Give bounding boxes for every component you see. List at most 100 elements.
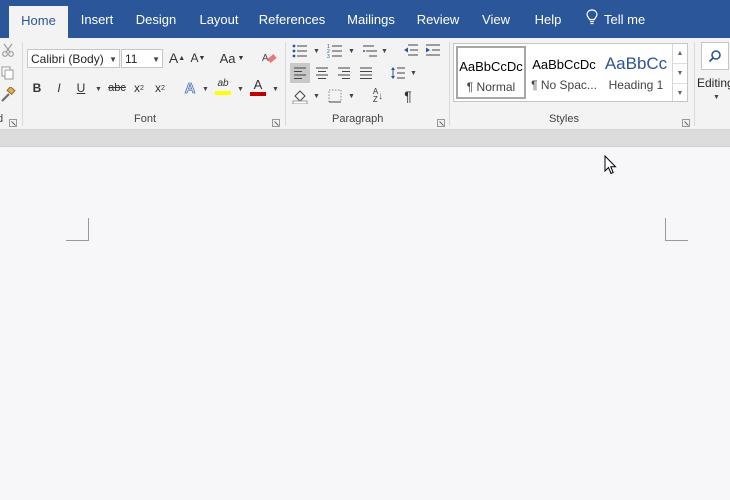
chevron-down-icon[interactable]: ▼ bbox=[313, 93, 320, 100]
group-separator bbox=[22, 42, 23, 126]
ribbon-tab-bar: Home Insert Design Layout References Mai… bbox=[0, 0, 730, 38]
tab-help[interactable]: Help bbox=[528, 0, 568, 38]
font-launcher-icon[interactable] bbox=[272, 116, 280, 127]
group-separator bbox=[694, 42, 695, 126]
style-heading-1[interactable]: AaBbCc Heading 1 bbox=[601, 46, 671, 99]
font-group-label: Font bbox=[134, 113, 157, 125]
subscript-button[interactable]: x2 bbox=[129, 78, 149, 98]
tab-mailings[interactable]: Mailings bbox=[339, 0, 403, 38]
chevron-down-icon[interactable]: ▼ bbox=[95, 86, 102, 93]
bold-button[interactable]: B bbox=[27, 78, 47, 98]
chevron-up-icon[interactable]: ▲ bbox=[673, 44, 687, 64]
styles-group-label: Styles bbox=[549, 113, 579, 125]
borders-icon[interactable] bbox=[325, 86, 345, 106]
chevron-down-icon[interactable]: ▼ bbox=[237, 86, 244, 93]
chevron-down-icon[interactable]: ▼ bbox=[673, 64, 687, 84]
numbering-icon[interactable]: 123 bbox=[325, 41, 345, 61]
align-center-icon[interactable] bbox=[312, 63, 332, 83]
chevron-down-icon[interactable]: ▼ bbox=[348, 48, 355, 55]
style-preview: AaBbCc bbox=[604, 54, 668, 73]
font-color-button[interactable]: A bbox=[248, 77, 268, 97]
shrink-font-button[interactable]: A ▼ bbox=[188, 48, 208, 68]
subscript-mark: 2 bbox=[140, 84, 144, 92]
clear-formatting-button[interactable]: A bbox=[259, 48, 279, 68]
find-button[interactable] bbox=[701, 42, 729, 70]
tab-design[interactable]: Design bbox=[128, 0, 184, 38]
chevron-down-icon[interactable]: ▼ bbox=[381, 48, 388, 55]
tab-references[interactable]: References bbox=[256, 0, 328, 38]
change-case-button[interactable]: Aa ▼ bbox=[218, 48, 246, 68]
tab-view[interactable]: View bbox=[474, 0, 518, 38]
chevron-down-icon[interactable]: ▼ bbox=[713, 94, 720, 101]
highlight-color-swatch bbox=[215, 91, 231, 95]
tab-insert[interactable]: Insert bbox=[72, 0, 122, 38]
styles-launcher-icon[interactable] bbox=[682, 116, 690, 127]
superscript-mark: 2 bbox=[161, 84, 165, 92]
chevron-down-icon[interactable]: ▼ bbox=[313, 48, 320, 55]
tell-me-box[interactable]: Tell me bbox=[586, 0, 645, 38]
style-normal[interactable]: AaBbCcDc ¶ Normal bbox=[456, 46, 526, 99]
chevron-down-icon[interactable]: ▼ bbox=[348, 93, 355, 100]
change-case-icon: Aa bbox=[219, 50, 236, 66]
font-color-icon: A bbox=[253, 76, 263, 92]
paragraph-launcher-icon[interactable] bbox=[437, 116, 445, 127]
search-icon bbox=[708, 50, 721, 63]
chevron-down-icon[interactable]: ▼ bbox=[202, 86, 209, 93]
superscript-button[interactable]: x2 bbox=[150, 78, 170, 98]
paragraph-group-label: Paragraph bbox=[332, 113, 384, 125]
tab-review[interactable]: Review bbox=[413, 0, 463, 38]
eraser-icon: A bbox=[262, 53, 277, 64]
style-preview: AaBbCcDc bbox=[459, 59, 523, 74]
chevron-down-icon: ▼ bbox=[109, 55, 117, 64]
style-name: ¶ No Spac... bbox=[531, 78, 597, 92]
editing-label[interactable]: Editing bbox=[697, 76, 730, 90]
decrease-indent-icon[interactable] bbox=[401, 40, 421, 60]
shrink-font-icon: A bbox=[190, 51, 199, 65]
font-family-select[interactable]: Calibri (Body) ▼ bbox=[27, 49, 120, 68]
tab-home[interactable]: Home bbox=[9, 6, 68, 38]
show-formatting-button[interactable]: ¶ bbox=[398, 86, 418, 106]
ribbon: d Calibri (Body) ▼ 11 ▼ A ▲ A ▼ Aa ▼ A B I … bbox=[0, 38, 730, 130]
shading-icon[interactable] bbox=[290, 86, 310, 106]
font-size-value: 11 bbox=[125, 52, 138, 66]
font-size-select[interactable]: 11 ▼ bbox=[121, 49, 163, 68]
multilevel-list-icon[interactable] bbox=[360, 41, 380, 61]
bullets-icon[interactable] bbox=[290, 41, 310, 61]
font-color-swatch bbox=[250, 91, 266, 96]
grow-font-icon: A bbox=[168, 50, 179, 66]
more-icon[interactable]: ▼ bbox=[673, 84, 687, 103]
clipboard-launcher-icon[interactable] bbox=[9, 116, 17, 127]
clipboard-group-label-fragment: d bbox=[0, 113, 4, 125]
chevron-down-icon[interactable]: ▼ bbox=[272, 86, 279, 93]
highlighter-icon: ab bbox=[217, 78, 229, 89]
increase-indent-icon[interactable] bbox=[423, 40, 443, 60]
text-effects-button[interactable]: A bbox=[180, 78, 200, 98]
tab-layout[interactable]: Layout bbox=[191, 0, 247, 38]
down-arrow-icon: ↓ bbox=[378, 90, 384, 102]
grow-font-button[interactable]: A ▲ bbox=[167, 48, 187, 68]
chevron-down-icon[interactable]: ▼ bbox=[410, 70, 417, 77]
format-painter-icon[interactable] bbox=[0, 85, 18, 105]
margin-corner-mark-left bbox=[66, 218, 89, 241]
sort-icon[interactable]: A Z ↓ bbox=[368, 86, 388, 106]
cut-icon[interactable] bbox=[0, 40, 18, 60]
style-preview: AaBbCcDc bbox=[532, 57, 596, 72]
group-separator bbox=[285, 42, 286, 126]
highlight-button[interactable]: ab bbox=[213, 77, 233, 97]
style-no-spacing[interactable]: AaBbCcDc ¶ No Spac... bbox=[529, 46, 599, 99]
styles-scroll: ▲ ▼ ▼ bbox=[672, 44, 687, 101]
mouse-pointer-icon bbox=[604, 154, 617, 178]
align-left-icon[interactable] bbox=[290, 63, 310, 83]
strikethrough-button[interactable]: abc bbox=[106, 78, 128, 98]
document-canvas[interactable] bbox=[0, 147, 730, 500]
group-separator bbox=[449, 42, 450, 126]
line-spacing-icon[interactable] bbox=[388, 63, 408, 83]
justify-icon[interactable] bbox=[356, 63, 376, 83]
italic-button[interactable]: I bbox=[49, 78, 69, 98]
tell-me-label: Tell me bbox=[604, 12, 646, 27]
margin-corner-mark-right bbox=[665, 218, 688, 241]
underline-button[interactable]: U bbox=[71, 78, 91, 98]
align-right-icon[interactable] bbox=[334, 63, 354, 83]
chevron-down-icon: ▼ bbox=[152, 55, 160, 64]
copy-icon[interactable] bbox=[0, 63, 18, 83]
